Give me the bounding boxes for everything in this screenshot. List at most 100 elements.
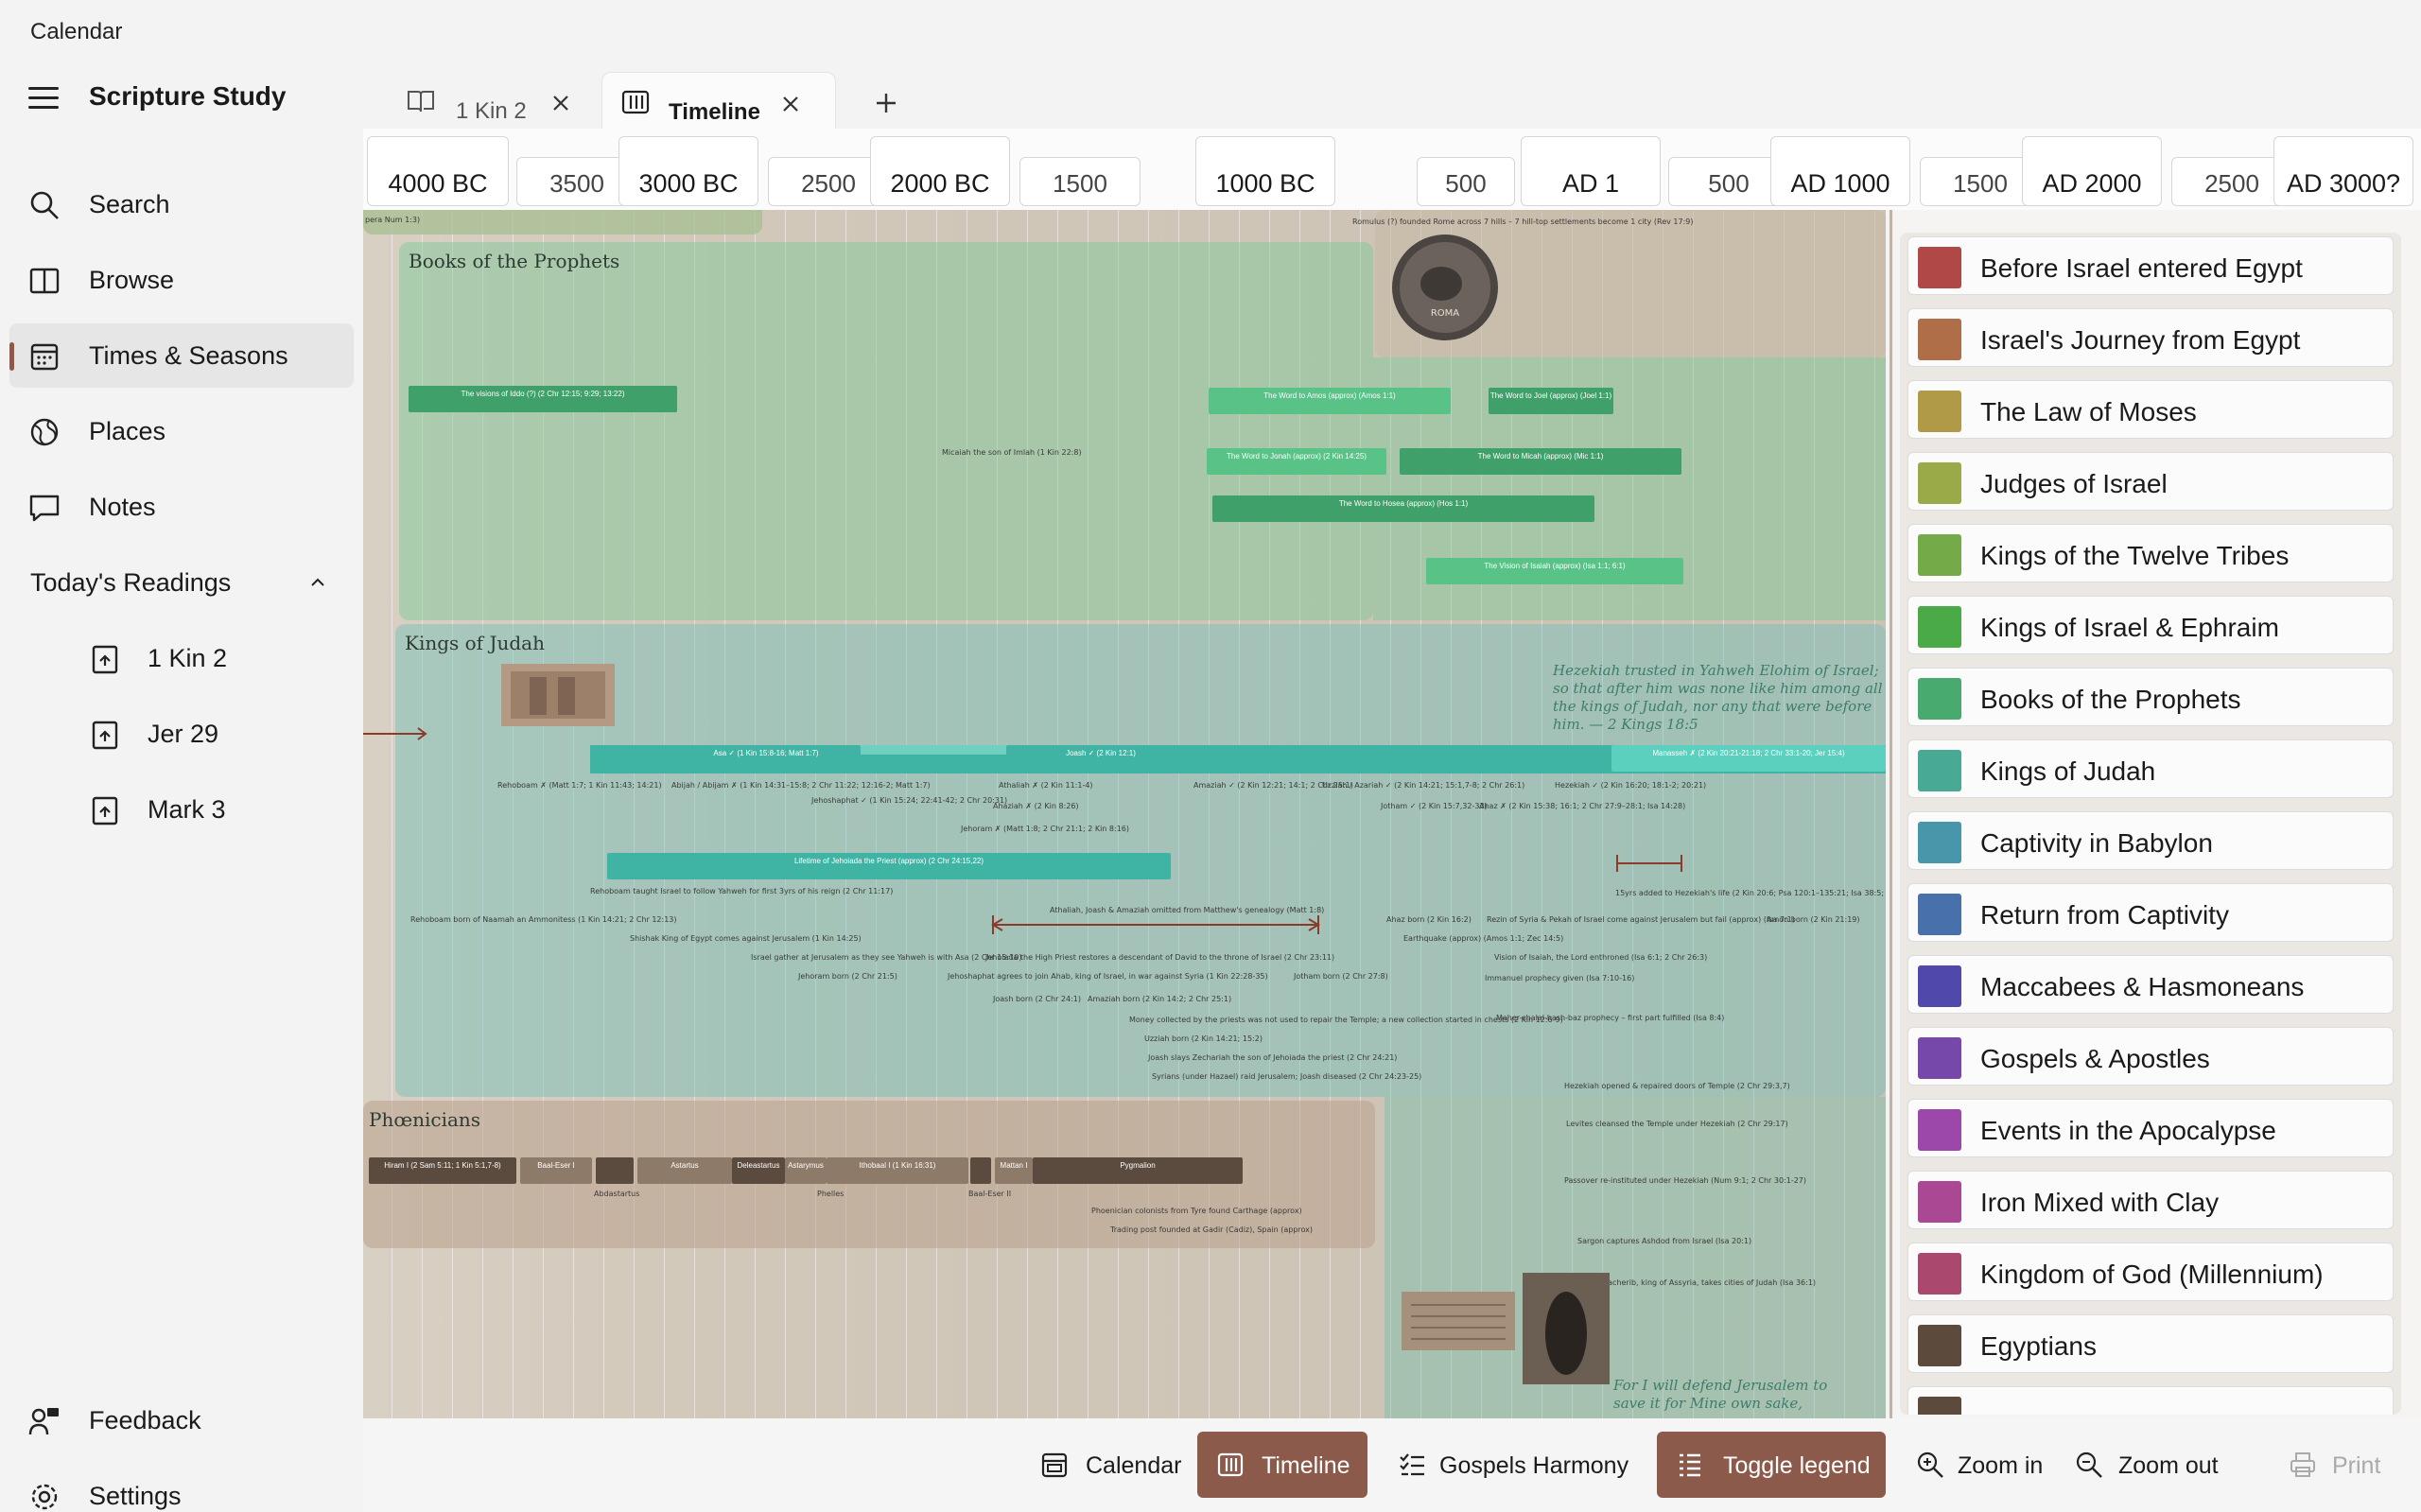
timeline-button[interactable]: Timeline — [1197, 1432, 1367, 1498]
legend-swatch — [1918, 391, 1961, 432]
era-button[interactable]: 1000 BC — [1195, 136, 1335, 206]
nav-label: Feedback — [89, 1405, 201, 1434]
event-bar[interactable]: Deleastartus — [732, 1157, 785, 1184]
legend-item[interactable]: Books of the Prophets — [1907, 668, 2394, 726]
reading-item-1-kin-2[interactable]: 1 Kin 2 — [9, 626, 354, 690]
legend-list[interactable]: Before Israel entered Egypt Israel's Jou… — [1900, 233, 2401, 1415]
add-tab-icon[interactable] — [870, 87, 902, 119]
era-button[interactable]: AD 1000 — [1770, 136, 1910, 206]
era-button[interactable]: 2000 BC — [870, 136, 1010, 206]
nav-item-browse[interactable]: Browse — [9, 248, 354, 312]
legend-item[interactable]: Kings of Judah — [1907, 739, 2394, 798]
era-button[interactable]: 500 — [1417, 157, 1515, 206]
event-bar[interactable] — [970, 1157, 991, 1184]
legend-item[interactable]: Events in the Apocalypse — [1907, 1099, 2394, 1157]
event-bar[interactable]: Baal-Eser I — [520, 1157, 592, 1184]
toolbar-label: Toggle legend — [1723, 1452, 1871, 1479]
nav-item-feedback[interactable]: Feedback — [9, 1388, 354, 1452]
close-icon[interactable] — [550, 93, 571, 113]
toolbar-label: Calendar — [1086, 1452, 1182, 1479]
tab-timeline[interactable]: Timeline — [601, 72, 836, 129]
event-bar[interactable]: The Vision of Isaiah (approx) (Isa 1:1; … — [1426, 558, 1683, 584]
legend-label: Before Israel entered Egypt — [1980, 253, 2303, 283]
event-bar[interactable]: The Word to Hosea (approx) (Hos 1:1) — [1212, 495, 1594, 522]
reading-item-jer-29[interactable]: Jer 29 — [9, 702, 354, 766]
legend-swatch — [1918, 606, 1961, 648]
event-bar[interactable]: The Word to Micah (approx) (Mic 1:1) — [1400, 448, 1681, 475]
era-button[interactable]: 4000 BC — [367, 136, 509, 206]
nav-item-search[interactable]: Search — [9, 172, 354, 236]
legend-item[interactable]: Israel's Journey from Egypt — [1907, 308, 2394, 367]
legend-item[interactable]: Kingdom of God (Millennium) — [1907, 1243, 2394, 1301]
calendar-icon — [1041, 1452, 1068, 1478]
era-button[interactable]: AD 3000? — [2273, 136, 2413, 206]
legend-item[interactable]: Before Israel entered Egypt — [1907, 236, 2394, 295]
gospels-harmony-button[interactable]: Gospels Harmony — [1379, 1432, 1629, 1498]
event-bar[interactable]: Asa ✓ (1 Kin 15:8-16; Matt 1:7) — [671, 745, 861, 772]
legend-item[interactable]: Maccabees & Hasmoneans — [1907, 955, 2394, 1014]
calendar-button[interactable]: Calendar — [1021, 1432, 1190, 1498]
event-bar[interactable]: Hiram I (2 Sam 5:11; 1 Kin 5:1,7-8) — [369, 1157, 516, 1184]
event-bar[interactable]: The visions of Iddo (?) (2 Chr 12:15; 9:… — [409, 386, 677, 412]
event-bar[interactable]: Mattan I — [995, 1157, 1033, 1184]
note: Levites cleansed the Temple under Hezeki… — [1566, 1120, 1788, 1128]
note: Jehoram born (2 Chr 21:5) — [798, 972, 897, 981]
note: Rezin of Syria & Pekah of Israel come ag… — [1487, 915, 1795, 924]
zoom-out-button[interactable]: Zoom out — [2056, 1432, 2230, 1498]
event-bar[interactable]: The Word to Amos (approx) (Amos 1:1) — [1209, 388, 1451, 414]
legend-item[interactable]: The Law of Moses — [1907, 380, 2394, 439]
event-bar[interactable]: Manasseh ✗ (2 Kin 20:21-21:18; 2 Chr 33:… — [1611, 745, 1886, 772]
svg-text:ROMA: ROMA — [1431, 308, 1459, 319]
legend-item[interactable] — [1907, 1386, 2394, 1415]
timeline-canvas[interactable]: pera Num 1:3) Romulus (?) founded Rome a… — [363, 210, 1886, 1418]
event-bar[interactable]: Ithobaal I (1 Kin 16:31) — [827, 1157, 968, 1184]
hamburger-menu-icon[interactable] — [28, 87, 59, 110]
event-bar[interactable]: Lifetime of Jehoiada the Priest (approx)… — [607, 853, 1171, 879]
era-button[interactable]: AD 2000 — [2022, 136, 2162, 206]
legend-item[interactable]: Iron Mixed with Clay — [1907, 1171, 2394, 1229]
legend-label: Maccabees & Hasmoneans — [1980, 972, 2305, 1001]
era-button[interactable]: AD 1 — [1521, 136, 1661, 206]
reading-item-mark-3[interactable]: Mark 3 — [9, 777, 354, 842]
event-bar[interactable]: Pygmalion — [1033, 1157, 1243, 1184]
note: pera Num 1:3) — [365, 216, 421, 224]
zoom-in-button[interactable]: Zoom in — [1897, 1432, 2048, 1498]
nav-item-notes[interactable]: Notes — [9, 475, 354, 539]
sidebar: Scripture Study Search Browse Times & Se… — [0, 61, 363, 1512]
event-bar[interactable]: The Word to Joel (approx) (Joel 1:1) — [1489, 388, 1613, 414]
note: Joash born (2 Chr 24:1) — [993, 995, 1081, 1003]
era-button[interactable]: 3000 BC — [618, 136, 758, 206]
legend-item[interactable]: Kings of the Twelve Tribes — [1907, 524, 2394, 582]
legend-item[interactable]: Egyptians — [1907, 1314, 2394, 1373]
event-bar[interactable]: Joash ✓ (2 Kin 12:1) — [1006, 745, 1195, 772]
toggle-legend-button[interactable]: Toggle legend — [1657, 1432, 1886, 1498]
era-button[interactable]: 1500 — [1019, 157, 1141, 206]
timeline-icon — [1217, 1452, 1244, 1477]
event-bar[interactable]: Astartus — [637, 1157, 732, 1184]
reading-icon — [92, 645, 118, 674]
event-bar[interactable]: The Word to Jonah (approx) (2 Kin 14:25) — [1207, 448, 1386, 475]
todays-readings-header[interactable]: Today's Readings — [9, 550, 354, 615]
note: Amaziah born (2 Kin 14:2; 2 Chr 25:1) — [1088, 995, 1232, 1003]
close-icon[interactable] — [780, 94, 801, 114]
tab-1-kin-2[interactable]: 1 Kin 2 — [363, 72, 600, 129]
legend-item[interactable]: Gospels & Apostles — [1907, 1027, 2394, 1086]
nav-item-times-seasons[interactable]: Times & Seasons — [9, 323, 354, 388]
legend-item[interactable]: Judges of Israel — [1907, 452, 2394, 511]
legend-item[interactable]: Return from Captivity — [1907, 883, 2394, 942]
print-button[interactable]: Print — [2270, 1432, 2402, 1498]
tunnel-image — [1523, 1273, 1610, 1384]
event-bar[interactable]: Astarymus — [785, 1157, 827, 1184]
note: Romulus (?) founded Rome across 7 hills … — [1352, 217, 1694, 226]
legend-swatch — [1918, 462, 1961, 504]
legend-item[interactable]: Captivity in Babylon — [1907, 811, 2394, 870]
legend-item[interactable]: Kings of Israel & Ephraim — [1907, 596, 2394, 654]
note: Athaliah, Joash & Amaziah omitted from M… — [1050, 906, 1325, 914]
legend-label: Kingdom of God (Millennium) — [1980, 1260, 2324, 1289]
zoom-in-icon — [1917, 1451, 1943, 1478]
nav-item-places[interactable]: Places — [9, 399, 354, 463]
legend-icon — [1680, 1453, 1700, 1477]
era-scale: 4000 BC 3500 3000 BC 2500 2000 BC 1500 1… — [363, 129, 2421, 210]
nav-item-settings[interactable]: Settings — [9, 1464, 354, 1512]
event-bar[interactable] — [596, 1157, 634, 1184]
